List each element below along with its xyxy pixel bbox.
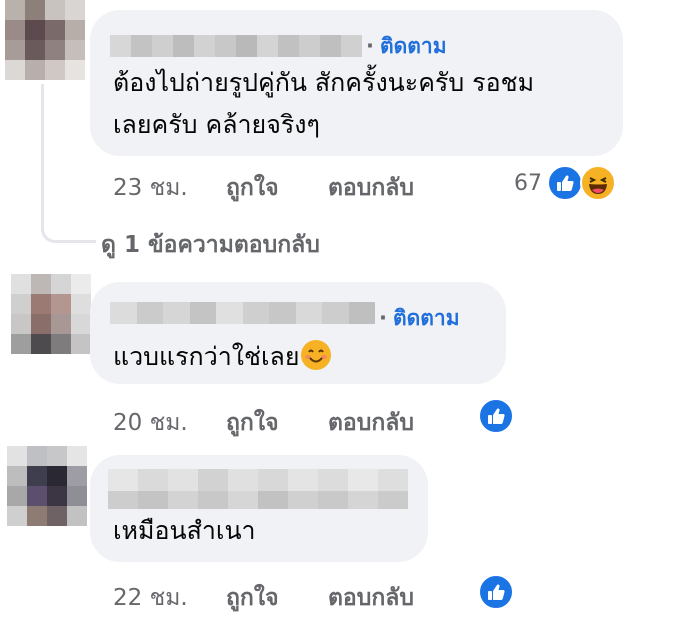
like-icon[interactable]: [547, 165, 583, 201]
reply-button[interactable]: ตอบกลับ: [328, 170, 414, 206]
comment-text: เหมือนสำเนา: [113, 510, 256, 552]
like-icon[interactable]: [478, 574, 514, 610]
haha-icon[interactable]: [580, 165, 616, 201]
smiling-face-icon: [301, 340, 332, 370]
author-name-blurred[interactable]: [108, 469, 408, 509]
follow-label[interactable]: ติดตาม: [380, 34, 447, 58]
comment-text-line: ต้องไปถ่ายรูปคู่กัน สักครั้งนะครับ รอชม: [113, 68, 535, 97]
timestamp[interactable]: 22 ชม.: [113, 580, 188, 616]
reply-thread-line: [41, 84, 96, 243]
comment-bubble: · ติดตาม ต้องไปถ่ายรูปคู่กัน สักครั้งนะคร…: [90, 10, 623, 156]
avatar[interactable]: [5, 0, 85, 80]
timestamp[interactable]: 20 ชม.: [113, 405, 188, 441]
author-name-blurred[interactable]: [110, 35, 362, 57]
like-button[interactable]: ถูกใจ: [226, 170, 279, 206]
view-replies-link[interactable]: ดู 1 ข้อความตอบกลับ: [101, 227, 320, 263]
reaction-count[interactable]: 67: [514, 171, 542, 196]
reply-button[interactable]: ตอบกลับ: [328, 405, 414, 441]
follow-label[interactable]: ติดตาม: [393, 306, 460, 330]
comment-bubble: · ติดตาม แวบแรกว่าใช่เลย: [90, 282, 506, 384]
comment-bubble: เหมือนสำเนา: [90, 455, 428, 562]
author-name-blurred[interactable]: [110, 302, 375, 324]
follow-link[interactable]: · ติดตาม: [379, 302, 460, 335]
comment-text: แวบแรกว่าใช่เลย: [113, 336, 332, 378]
comment-text-line: แวบแรกว่าใช่เลย: [113, 342, 300, 371]
timestamp[interactable]: 23 ชม.: [113, 170, 188, 206]
separator-dot: ·: [379, 306, 387, 330]
comment-text-line: เลยครับ คล้ายจริงๆ: [113, 110, 320, 139]
comment-text: ต้องไปถ่ายรูปคู่กัน สักครั้งนะครับ รอชม …: [113, 62, 534, 146]
follow-link[interactable]: · ติดตาม: [366, 30, 447, 63]
like-icon[interactable]: [478, 398, 514, 434]
reply-button[interactable]: ตอบกลับ: [328, 580, 414, 616]
avatar[interactable]: [7, 446, 87, 526]
like-button[interactable]: ถูกใจ: [226, 580, 279, 616]
comment-text-line: เหมือนสำเนา: [113, 516, 256, 545]
avatar[interactable]: [11, 274, 91, 354]
separator-dot: ·: [366, 34, 374, 58]
like-button[interactable]: ถูกใจ: [226, 405, 279, 441]
